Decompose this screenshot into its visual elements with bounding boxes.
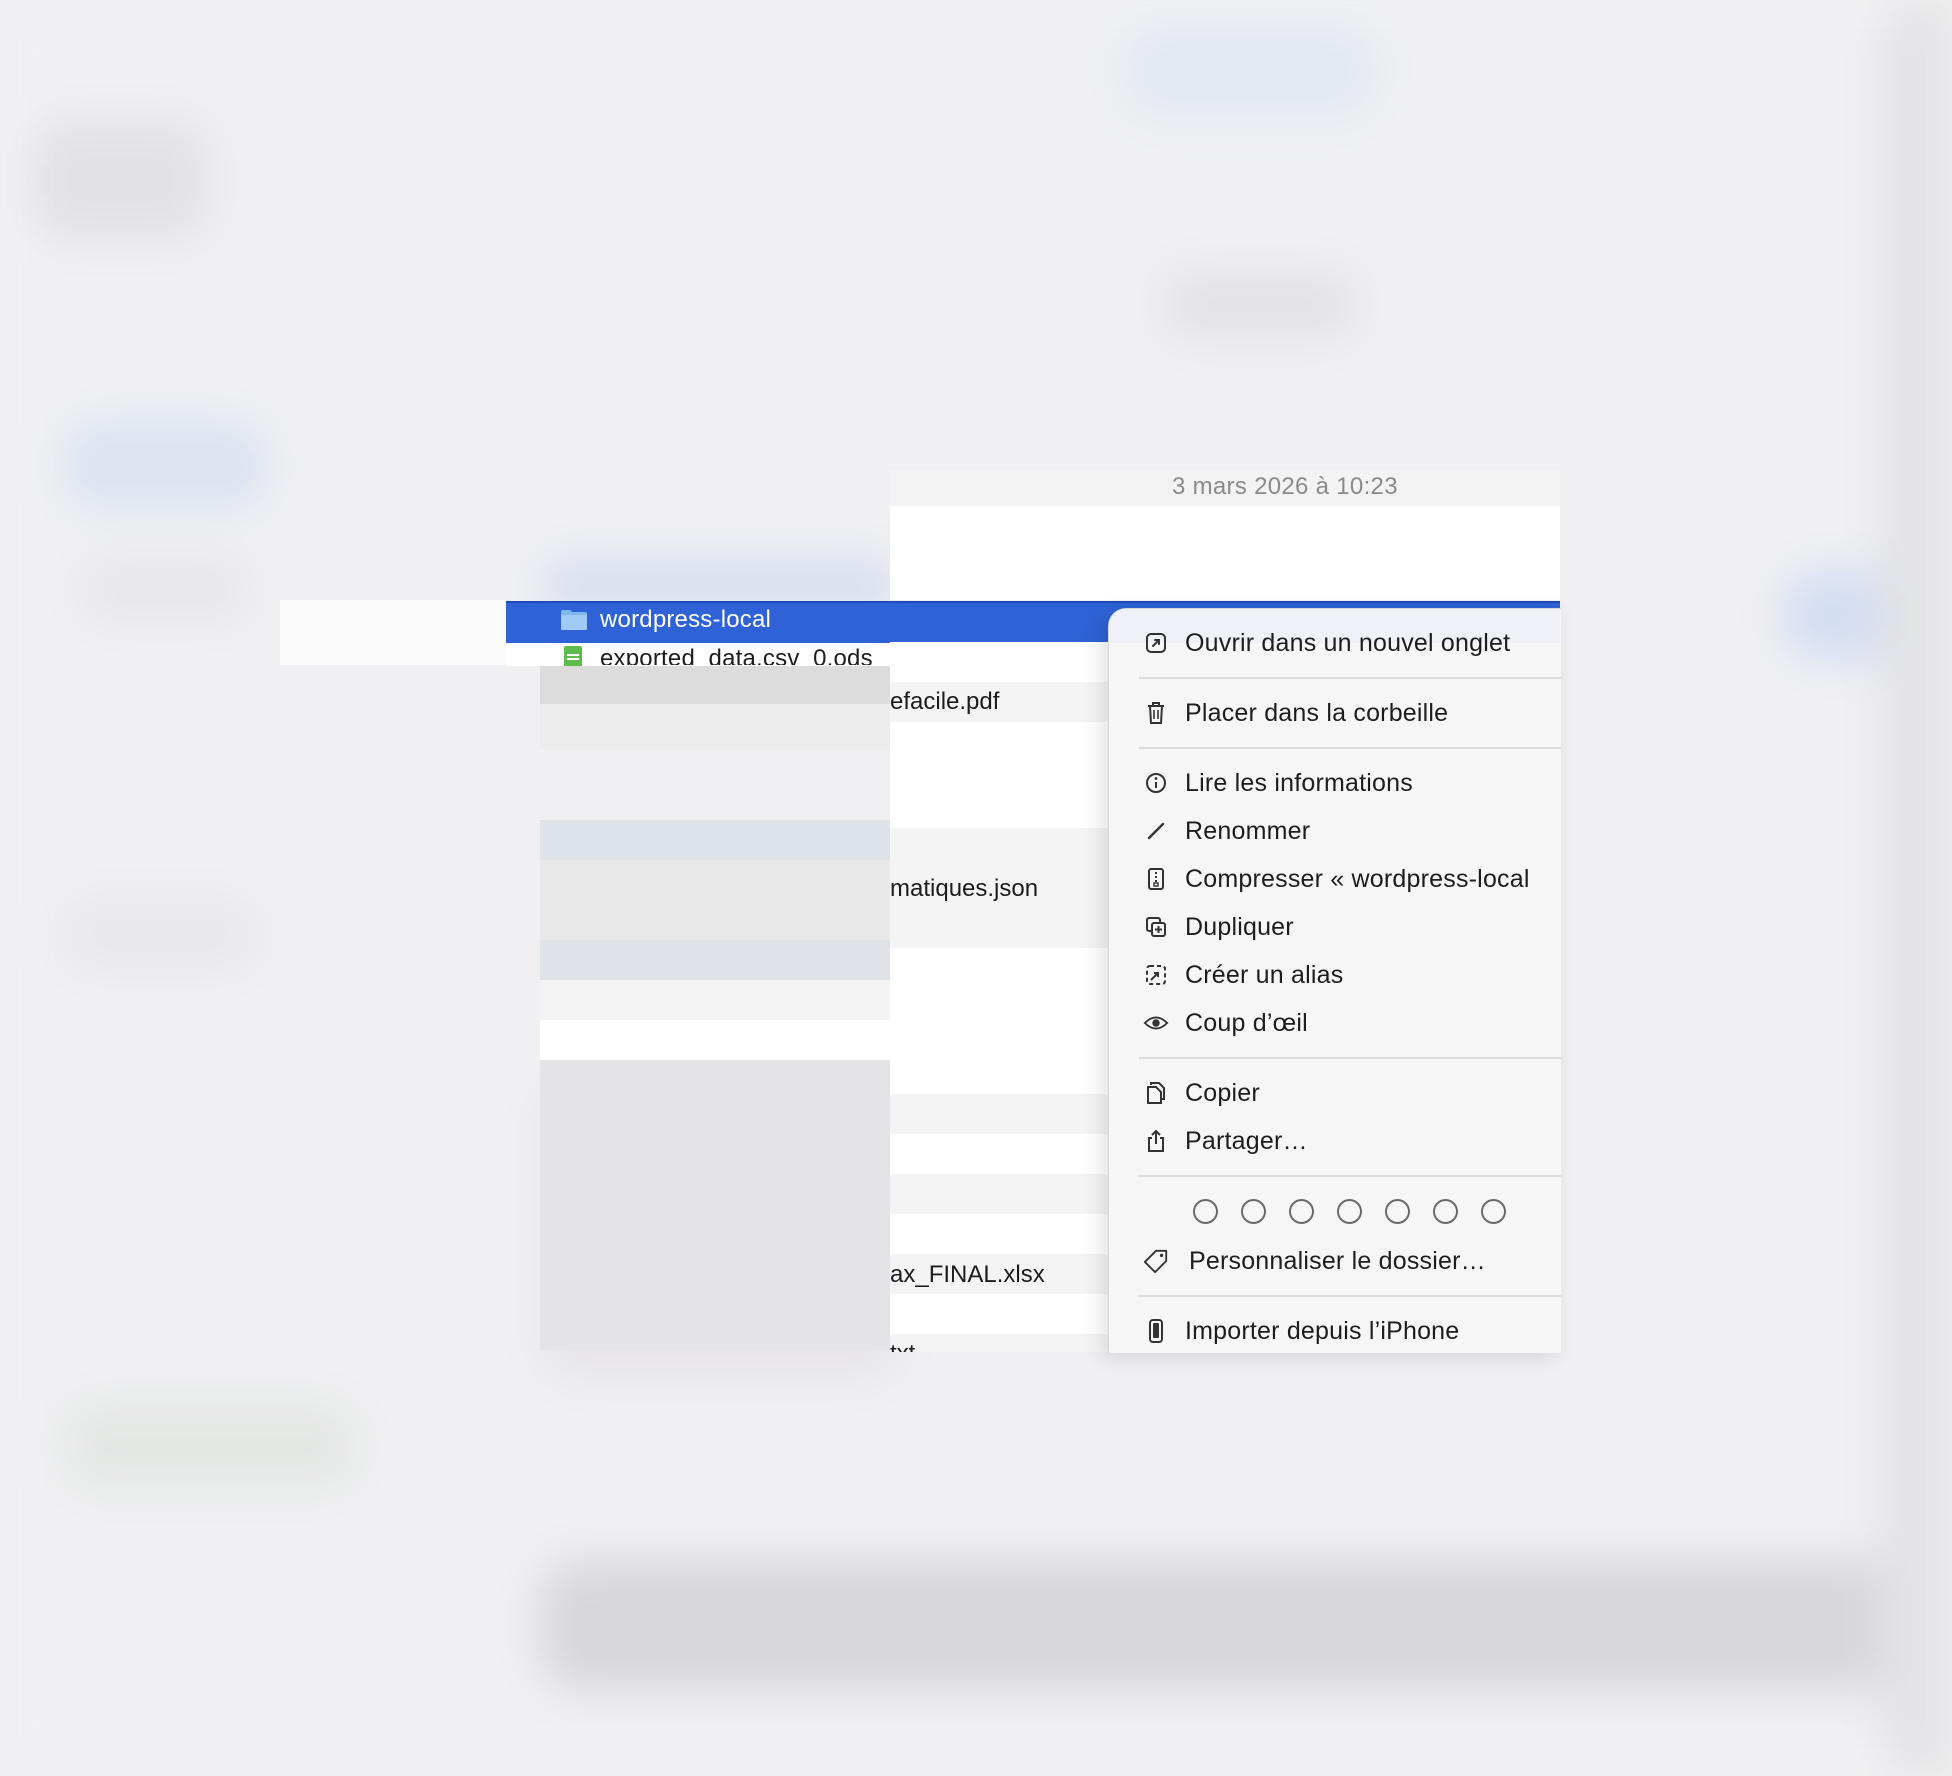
menu-item-label: Créer un alias — [1185, 960, 1344, 989]
blurred-column-fragment — [540, 666, 890, 704]
list-item-name[interactable]: ax_FINAL.xlsx — [890, 1261, 1045, 1289]
menu-item-label: Coup d’œil — [1185, 1008, 1308, 1037]
menu-item-duplicate[interactable]: Dupliquer — [1109, 905, 1561, 949]
blurred-column-fragment — [540, 1060, 890, 1350]
tag-color-circle[interactable] — [1481, 1199, 1506, 1224]
list-row[interactable] — [890, 1294, 1110, 1334]
list-row[interactable] — [890, 642, 1110, 682]
list-row[interactable] — [890, 908, 1110, 948]
menu-item-copy[interactable]: Copier — [1109, 1071, 1561, 1115]
list-item-name[interactable]: efacile.pdf — [890, 688, 999, 716]
menu-item-label: Dupliquer — [1185, 912, 1294, 941]
list-item-name[interactable]: txt — [890, 1340, 915, 1352]
menu-item-import-from-iphone[interactable]: Importer depuis l’iPhone — [1109, 1309, 1561, 1353]
menu-item-compress[interactable]: Compresser « wordpress-local — [1109, 857, 1561, 901]
blurred-column-fragment — [540, 704, 890, 750]
tag-icon — [1143, 1248, 1169, 1274]
duplicate-icon — [1143, 914, 1169, 940]
trash-icon — [1143, 700, 1169, 726]
list-row[interactable] — [890, 1134, 1110, 1174]
date-modified-label: 3 mars 2026 à 10:23 — [1172, 473, 1398, 500]
menu-item-label: Lire les informations — [1185, 768, 1413, 797]
menu-item-quick-look[interactable]: Coup d’œil — [1109, 1001, 1561, 1045]
menu-item-label: Placer dans la corbeille — [1185, 698, 1449, 727]
list-row[interactable] — [890, 1174, 1110, 1214]
menu-item-get-info[interactable]: Lire les informations — [1109, 761, 1561, 805]
tag-color-circle[interactable] — [1193, 1199, 1218, 1224]
selected-item-name[interactable]: wordpress-local — [600, 606, 771, 634]
folder-icon — [560, 609, 588, 631]
copy-icon — [1143, 1080, 1169, 1106]
menu-separator — [1139, 677, 1561, 679]
list-row[interactable] — [890, 1334, 1110, 1352]
menu-item-label: Ouvrir dans un nouvel onglet — [1185, 628, 1511, 657]
list-item-name[interactable]: exported_data.csv_0.ods — [600, 645, 873, 665]
menu-item-customize-folder[interactable]: Personnaliser le dossier… — [1109, 1239, 1561, 1283]
iphone-icon — [1143, 1318, 1169, 1344]
menu-separator — [1139, 1175, 1561, 1177]
spreadsheet-file-icon — [563, 646, 583, 666]
menu-item-rename[interactable]: Renommer — [1109, 809, 1561, 853]
info-icon — [1143, 770, 1169, 796]
menu-item-label: Personnaliser le dossier… — [1189, 1246, 1486, 1275]
blurred-column-fragment — [540, 860, 890, 940]
alias-icon — [1143, 962, 1169, 988]
finder-window: 3 mars 2026 à 10:23 wordpress-local expo… — [0, 0, 1952, 1776]
list-row[interactable] — [890, 948, 1110, 1094]
menu-item-label: Partager… — [1185, 1126, 1308, 1155]
share-icon — [1143, 1128, 1169, 1154]
list-row[interactable] — [890, 1094, 1110, 1134]
archive-icon — [1143, 866, 1169, 892]
tag-color-circle[interactable] — [1289, 1199, 1314, 1224]
menu-separator — [1139, 1057, 1561, 1059]
menu-item-label: Importer depuis l’iPhone — [1185, 1316, 1460, 1345]
sidebar-fragment — [280, 600, 506, 665]
menu-separator — [1139, 747, 1561, 749]
blurred-column-fragment — [540, 1020, 890, 1060]
list-blank-area — [890, 506, 1560, 600]
menu-item-label: Compresser « wordpress-local — [1185, 864, 1530, 893]
tag-color-circle[interactable] — [1385, 1199, 1410, 1224]
menu-item-move-to-trash[interactable]: Placer dans la corbeille — [1109, 691, 1561, 735]
menu-separator — [1139, 1295, 1561, 1297]
tag-color-circle[interactable] — [1241, 1199, 1266, 1224]
list-row[interactable] — [890, 722, 1110, 828]
menu-item-share[interactable]: Partager… — [1109, 1119, 1561, 1163]
eye-icon — [1143, 1010, 1169, 1036]
list-row[interactable] — [890, 828, 1110, 868]
blurred-column-fragment — [540, 940, 890, 980]
context-menu: Ouvrir dans un nouvel onglet Placer dans… — [1108, 608, 1561, 1353]
menu-item-make-alias[interactable]: Créer un alias — [1109, 953, 1561, 997]
menu-item-label: Renommer — [1185, 816, 1311, 845]
tag-color-circle[interactable] — [1433, 1199, 1458, 1224]
tag-colors-row — [1109, 1187, 1561, 1243]
open-in-new-tab-icon — [1143, 630, 1169, 656]
blurred-column-fragment — [540, 820, 890, 860]
menu-item-open-new-tab[interactable]: Ouvrir dans un nouvel onglet — [1109, 621, 1561, 665]
pencil-icon — [1143, 818, 1169, 844]
list-row[interactable] — [890, 1214, 1110, 1254]
list-item-name[interactable]: matiques.json — [890, 875, 1038, 903]
blurred-column-fragment — [540, 980, 890, 1020]
tag-color-circle[interactable] — [1337, 1199, 1362, 1224]
menu-item-label: Copier — [1185, 1078, 1260, 1107]
